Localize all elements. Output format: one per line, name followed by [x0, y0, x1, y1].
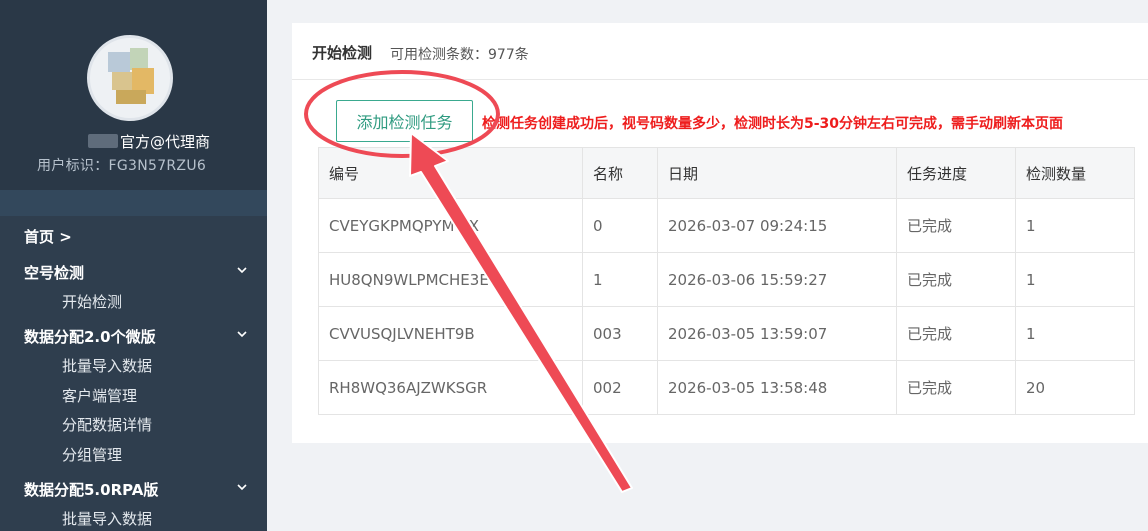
- cell-name: 002: [582, 360, 658, 415]
- cell-progress: 已完成: [896, 252, 1016, 307]
- cell-date: 2026-03-06 15:59:27: [657, 252, 897, 307]
- cell-date: 2026-03-07 09:24:15: [657, 198, 897, 253]
- cell-id: CVEYGKPMQPYM 9X: [318, 198, 583, 253]
- add-task-button[interactable]: 添加检测任务: [336, 100, 473, 142]
- user-id: 用户标识：FG3N57RZU6: [37, 158, 207, 174]
- col-name: 名称: [582, 147, 658, 199]
- cell-progress: 已完成: [896, 306, 1016, 361]
- table-row: HU8QN9WLPMCHE3E 1 2026-03-06 15:59:27 已完…: [318, 252, 1135, 307]
- cell-count: 20: [1015, 360, 1135, 415]
- available-count: 可用检测条数：977条: [390, 47, 529, 63]
- card-divider: [292, 79, 1148, 80]
- cell-name: 0: [582, 198, 658, 253]
- nav-group-distribution-5[interactable]: 数据分配5.0RPA版: [24, 479, 158, 500]
- table-header-row: 编号 名称 日期 任务进度 检测数量: [318, 147, 1135, 199]
- nav-item-batch-import[interactable]: 批量导入数据: [62, 355, 152, 376]
- profile-panel: 官方@代理商 用户标识：FG3N57RZU6: [0, 0, 267, 190]
- table-row: RH8WQ36AJZWKSGR 002 2026-03-05 13:58:48 …: [318, 360, 1135, 415]
- cell-id: HU8QN9WLPMCHE3E: [318, 252, 583, 307]
- task-table: 编号 名称 日期 任务进度 检测数量 CVEYGKPMQPYM 9X 0 202…: [318, 147, 1135, 415]
- chevron-down-icon[interactable]: [236, 328, 248, 340]
- sidebar-divider: [0, 190, 267, 216]
- cell-id: RH8WQ36AJZWKSGR: [318, 360, 583, 415]
- sidebar: 官方@代理商 用户标识：FG3N57RZU6 首页 > 空号检测 开始检测 数据…: [0, 0, 267, 531]
- cell-name: 1: [582, 252, 658, 307]
- username: 官方@代理商: [120, 133, 211, 151]
- nav-group-empty-check[interactable]: 空号检测: [24, 262, 84, 283]
- page-title: 开始检测: [312, 44, 373, 62]
- check-card: 开始检测 可用检测条数：977条 添加检测任务 检测任务创建成功后，视号码数量多…: [292, 23, 1148, 443]
- nav-group-distribution-2[interactable]: 数据分配2.0个微版: [24, 326, 156, 347]
- col-count: 检测数量: [1015, 147, 1135, 199]
- nav-item-group-management[interactable]: 分组管理: [62, 444, 122, 465]
- nav-item-batch-import-rpa[interactable]: 批量导入数据: [62, 508, 152, 529]
- col-id: 编号: [318, 147, 583, 199]
- chevron-down-icon[interactable]: [236, 264, 248, 276]
- blurred-name: [88, 134, 118, 148]
- cell-date: 2026-03-05 13:59:07: [657, 306, 897, 361]
- cell-progress: 已完成: [896, 360, 1016, 415]
- cell-count: 1: [1015, 198, 1135, 253]
- avatar[interactable]: [87, 35, 173, 121]
- col-progress: 任务进度: [896, 147, 1016, 199]
- task-hint: 检测任务创建成功后，视号码数量多少，检测时长为5-30分钟左右可完成，需手动刷新…: [482, 116, 1064, 132]
- cell-date: 2026-03-05 13:58:48: [657, 360, 897, 415]
- chevron-down-icon[interactable]: [236, 481, 248, 493]
- col-date: 日期: [657, 147, 897, 199]
- cell-count: 1: [1015, 252, 1135, 307]
- table-row: CVEYGKPMQPYM 9X 0 2026-03-07 09:24:15 已完…: [318, 198, 1135, 253]
- table-row: CVVUSQJLVNEHT9B 003 2026-03-05 13:59:07 …: [318, 306, 1135, 361]
- nav-item-start-check[interactable]: 开始检测: [62, 291, 122, 312]
- cell-name: 003: [582, 306, 658, 361]
- cell-id: CVVUSQJLVNEHT9B: [318, 306, 583, 361]
- nav-home[interactable]: 首页 >: [24, 226, 72, 247]
- cell-progress: 已完成: [896, 198, 1016, 253]
- cell-count: 1: [1015, 306, 1135, 361]
- nav-item-client-management[interactable]: 客户端管理: [62, 385, 137, 406]
- nav-item-distribution-details[interactable]: 分配数据详情: [62, 414, 152, 435]
